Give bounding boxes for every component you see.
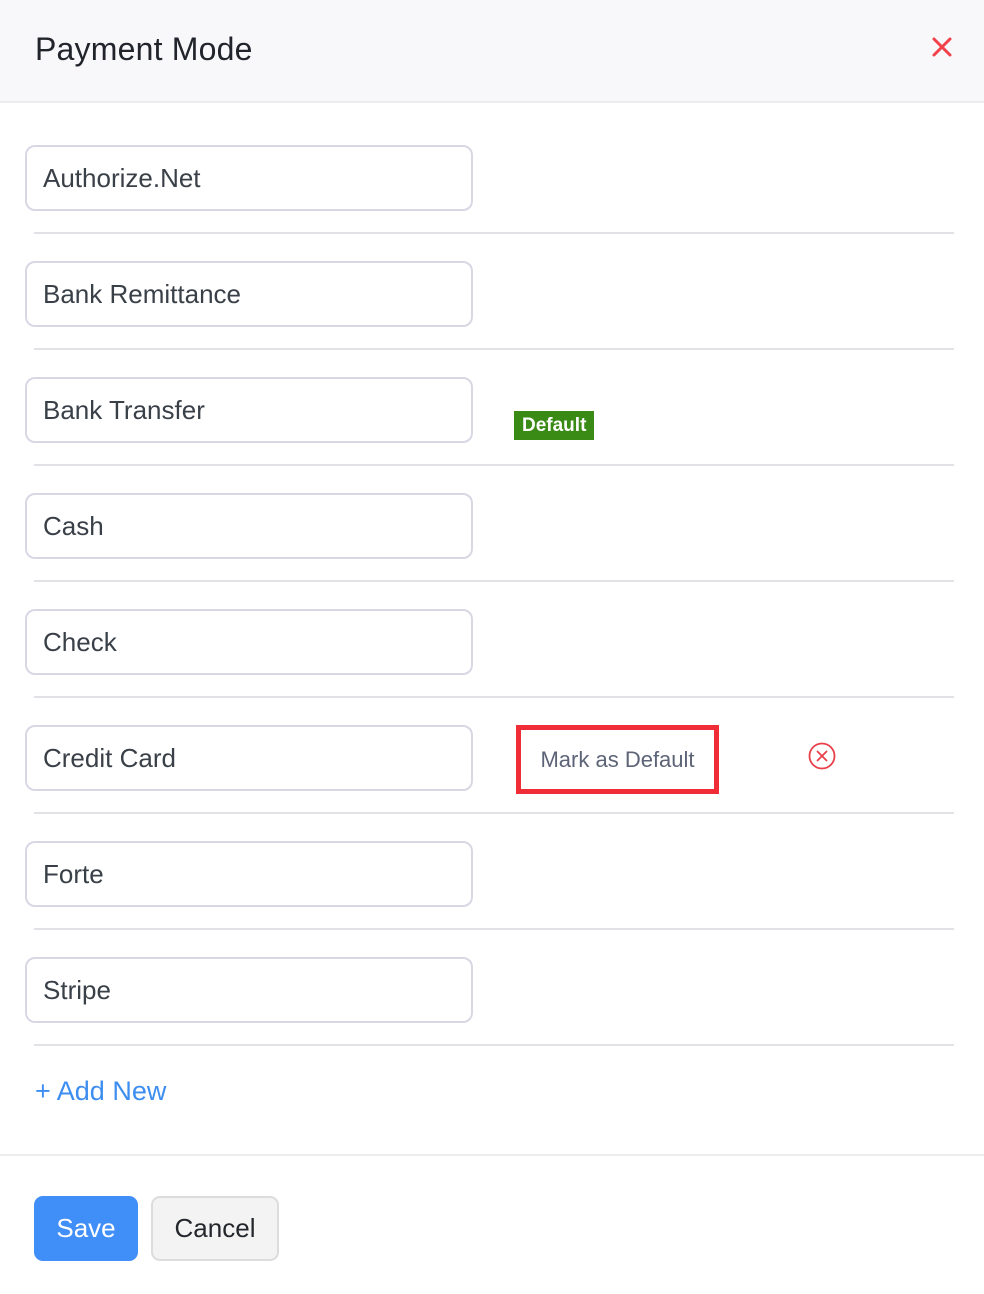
payment-mode-row [0, 915, 984, 1046]
payment-mode-input[interactable] [25, 261, 473, 327]
modal-title: Payment Mode [35, 31, 253, 67]
row-divider [34, 1044, 954, 1046]
payment-mode-input[interactable] [25, 957, 473, 1023]
payment-mode-row [0, 567, 984, 698]
cancel-button[interactable]: Cancel [151, 1196, 279, 1261]
save-button[interactable]: Save [34, 1196, 138, 1261]
add-new-link[interactable]: + Add New [35, 1076, 166, 1107]
modal-header: Payment Mode [0, 0, 984, 103]
payment-mode-input[interactable] [25, 725, 473, 791]
mark-as-default-button[interactable]: Mark as Default [516, 725, 719, 794]
payment-mode-input[interactable] [25, 841, 473, 907]
payment-mode-row [0, 335, 984, 466]
payment-mode-input[interactable] [25, 493, 473, 559]
default-badge: Default [514, 411, 595, 440]
payment-mode-row [0, 451, 984, 582]
payment-mode-row [0, 219, 984, 350]
footer-divider [0, 1154, 984, 1156]
payment-mode-row [0, 103, 984, 234]
close-icon [932, 37, 952, 57]
payment-mode-input[interactable] [25, 377, 473, 443]
remove-payment-mode-button[interactable] [807, 741, 837, 771]
payment-mode-input[interactable] [25, 609, 473, 675]
remove-circle-x-icon [808, 742, 836, 770]
close-button[interactable] [928, 33, 956, 61]
payment-mode-input[interactable] [25, 145, 473, 211]
payment-mode-row [0, 799, 984, 930]
payment-mode-list [0, 103, 984, 1046]
payment-mode-modal: Payment Mode Authorize.Net Bank Remittan… [0, 0, 984, 1294]
